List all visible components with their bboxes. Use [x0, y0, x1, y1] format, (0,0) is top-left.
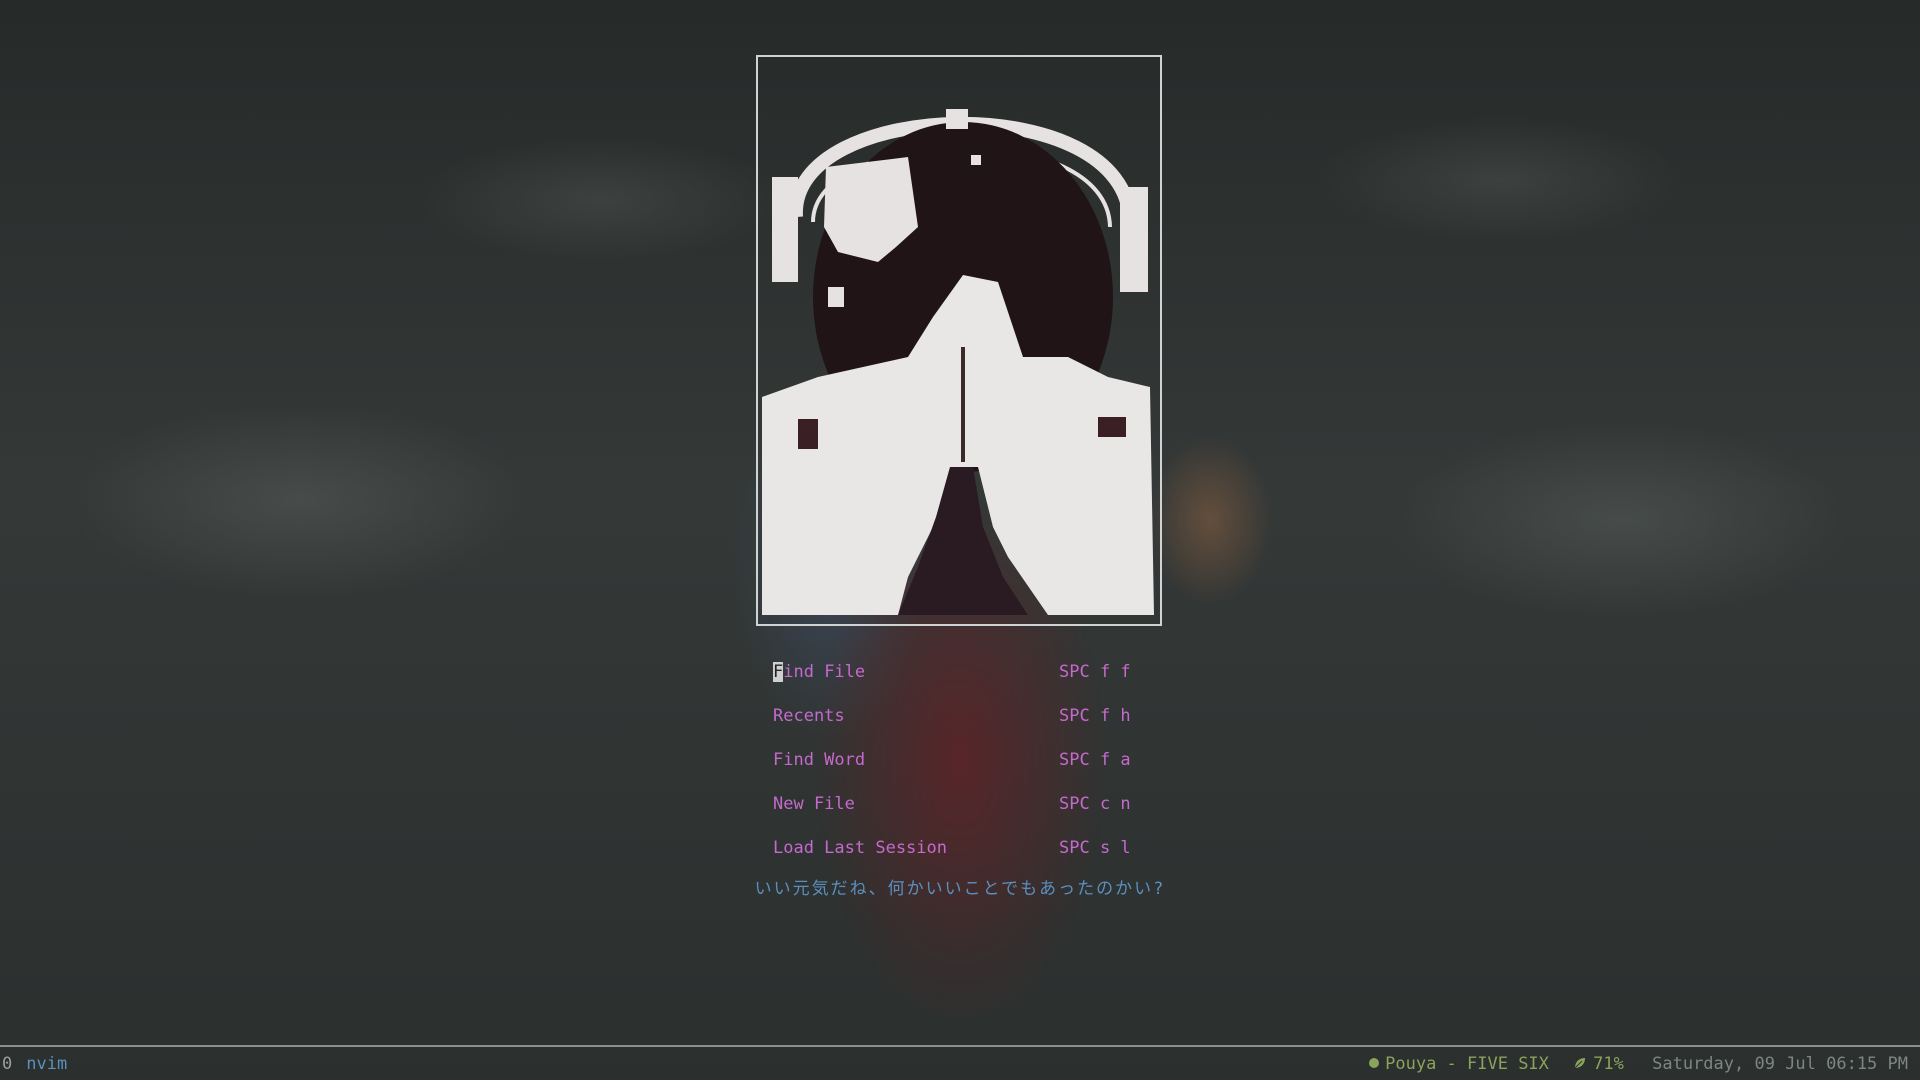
menu-item-shortcut: SPC f f — [1059, 662, 1131, 682]
menu-item-find-word[interactable]: Find Word SPC f a — [773, 738, 1153, 782]
now-playing-text: Pouya - FIVE SIX — [1385, 1054, 1549, 1074]
menu-item-shortcut: SPC f h — [1059, 706, 1131, 726]
menu-item-recents[interactable]: Recents SPC f h — [773, 694, 1153, 738]
tmux-statusbar: 0 nvim Pouya - FIVE SIX 71% Saturday, 09 … — [0, 1048, 1920, 1080]
text-cursor: F — [773, 662, 784, 682]
ascii-art-image — [762, 109, 1154, 615]
datetime: Saturday, 09 Jul 06:15 PM — [1652, 1054, 1908, 1074]
menu-item-shortcut: SPC c n — [1059, 794, 1131, 814]
now-playing: Pouya - FIVE SIX — [1369, 1054, 1549, 1074]
menu-item-label: Find File — [773, 662, 866, 682]
battery-percent: 71% — [1593, 1054, 1624, 1074]
menu-item-label: Load Last Session — [773, 838, 947, 858]
dashboard-quote: いい元気だね、何かいいことでもあったのかい? — [754, 879, 1166, 899]
dot-icon — [1369, 1058, 1380, 1068]
menu-item-new-file[interactable]: New File SPC c n — [773, 782, 1153, 826]
statusbar-divider — [0, 1045, 1920, 1047]
ascii-art-header — [756, 55, 1162, 626]
window-index[interactable]: 0 — [2, 1054, 12, 1074]
menu-item-label: Recents — [773, 706, 845, 726]
dashboard-menu: Find File SPC f f Recents SPC f h Find W… — [773, 650, 1153, 870]
menu-item-shortcut: SPC f a — [1059, 750, 1131, 770]
menu-item-load-last-session[interactable]: Load Last Session SPC s l — [773, 826, 1153, 870]
statusbar-right: Pouya - FIVE SIX 71% Saturday, 09 Jul 06… — [1369, 1048, 1908, 1080]
statusbar-left: 0 nvim — [2, 1048, 67, 1080]
menu-item-label: Find Word — [773, 750, 866, 770]
menu-item-find-file[interactable]: Find File SPC f f — [773, 650, 1153, 694]
leaf-icon — [1574, 1058, 1586, 1069]
menu-item-label: New File — [773, 794, 855, 814]
window-process-name[interactable]: nvim — [26, 1054, 67, 1074]
menu-item-shortcut: SPC s l — [1059, 838, 1131, 858]
battery-status: 71% — [1573, 1054, 1624, 1074]
